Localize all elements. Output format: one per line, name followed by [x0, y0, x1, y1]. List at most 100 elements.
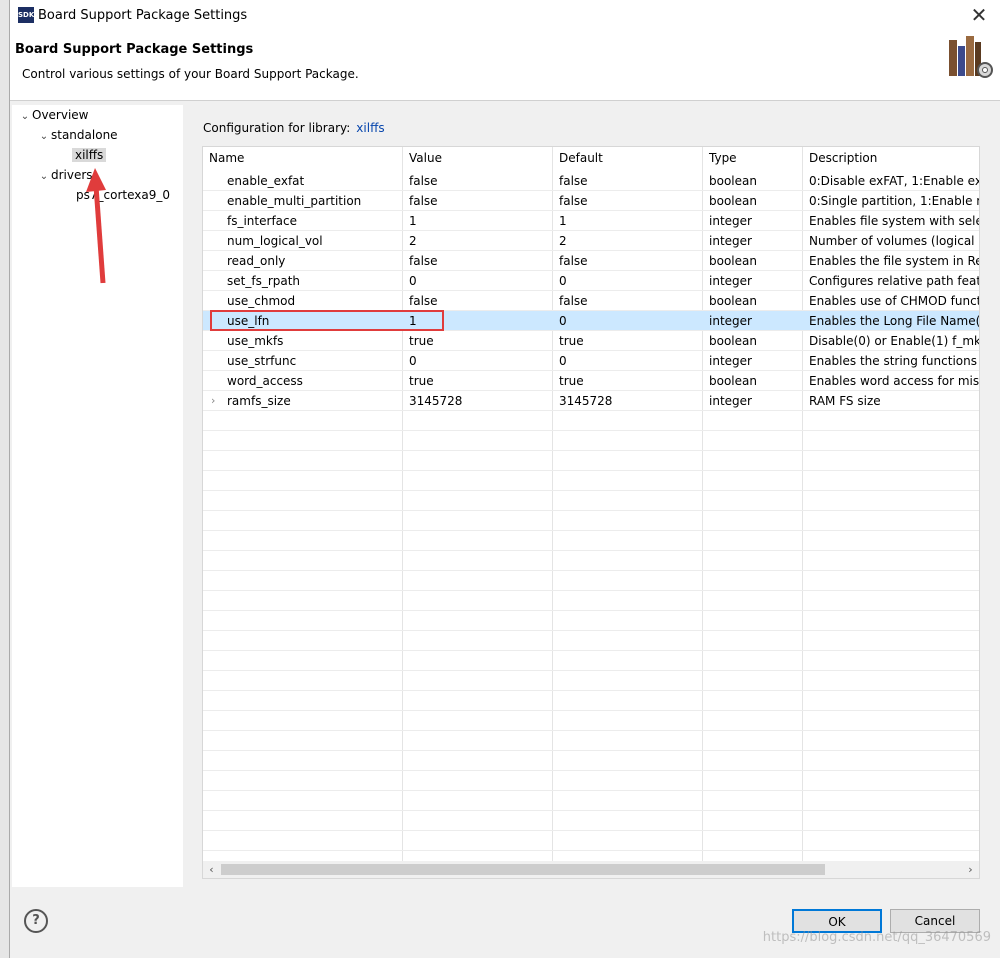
row-divider — [203, 690, 979, 691]
table-row[interactable]: › ramfs_size 3145728 3145728 integer RAM FS s… — [203, 391, 979, 411]
table-row[interactable]: read_only false false boolean Enables the fi… — [203, 251, 979, 271]
cell-value[interactable]: true — [403, 331, 553, 351]
cell-name: enable_multi_partition — [227, 194, 362, 208]
cell-type: integer — [709, 394, 752, 408]
watermark: https://blog.csdn.net/qq_36470569 — [762, 930, 991, 945]
row-divider — [203, 850, 979, 851]
books-gear-icon — [949, 36, 993, 78]
row-divider — [203, 630, 979, 631]
table-row[interactable]: enable_multi_partition false false boolean 0… — [203, 191, 979, 211]
cell-default: false — [559, 174, 588, 188]
column-header-default[interactable]: Default — [553, 147, 703, 169]
horizontal-scrollbar[interactable]: ‹ › — [202, 861, 980, 879]
cell-name: use_strfunc — [227, 354, 297, 368]
help-icon[interactable]: ? — [24, 909, 48, 933]
cell-default: 0 — [559, 314, 567, 328]
cell-type: boolean — [709, 334, 757, 348]
cell-value[interactable]: false — [403, 291, 553, 311]
window-title: Board Support Package Settings — [38, 8, 248, 23]
tree-item-drivers[interactable]: ⌄ drivers — [37, 165, 93, 185]
cell-description: Enables the Long File Name(L — [809, 314, 979, 328]
row-divider — [203, 770, 979, 771]
cell-name: num_logical_vol — [227, 234, 323, 248]
scroll-left-icon[interactable]: ‹ — [203, 861, 220, 878]
cell-description: RAM FS size — [809, 394, 881, 408]
cell-description: Enables use of CHMOD funct — [809, 294, 979, 308]
column-header-description[interactable]: Description — [803, 147, 979, 169]
cell-value[interactable]: false — [403, 171, 553, 191]
row-divider — [203, 510, 979, 511]
cell-type: integer — [709, 314, 752, 328]
table-row[interactable]: num_logical_vol 2 2 integer Number of volume… — [203, 231, 979, 251]
row-divider — [203, 230, 979, 231]
cell-description: 0:Disable exFAT, 1:Enable exF — [809, 174, 979, 188]
cell-type: integer — [709, 354, 752, 368]
table-row[interactable]: use_strfunc 0 0 integer Enables the string f… — [203, 351, 979, 371]
row-divider — [203, 370, 979, 371]
row-divider — [203, 450, 979, 451]
cell-value[interactable]: true — [403, 371, 553, 391]
row-divider — [203, 350, 979, 351]
row-divider — [203, 710, 979, 711]
column-header-type[interactable]: Type — [703, 147, 803, 169]
table-row[interactable]: fs_interface 1 1 integer Enables file system… — [203, 211, 979, 231]
chevron-down-icon[interactable]: ⌄ — [37, 167, 51, 187]
close-icon[interactable]: ✕ — [967, 4, 991, 28]
row-divider — [203, 830, 979, 831]
tree-item-cortex[interactable]: ps7_cortexa9_0 — [76, 185, 170, 205]
row-divider — [203, 210, 979, 211]
cell-value[interactable]: 0 — [403, 351, 553, 371]
row-divider — [203, 410, 979, 411]
cell-default: false — [559, 254, 588, 268]
table-row[interactable]: enable_exfat false false boolean 0:Disable e… — [203, 171, 979, 191]
tree-item-overview[interactable]: ⌄ Overview — [18, 105, 89, 125]
row-divider — [203, 610, 979, 611]
chevron-down-icon[interactable]: ⌄ — [18, 107, 32, 127]
cell-value[interactable]: false — [403, 251, 553, 271]
row-divider — [203, 250, 979, 251]
table-row[interactable]: use_mkfs true true boolean Disable(0) or Ena… — [203, 331, 979, 351]
cell-name: set_fs_rpath — [227, 274, 301, 288]
cell-default: true — [559, 334, 584, 348]
row-divider — [203, 750, 979, 751]
row-divider — [203, 650, 979, 651]
row-divider — [203, 190, 979, 191]
column-header-name[interactable]: Name — [203, 147, 403, 169]
header-title: Board Support Package Settings — [15, 42, 254, 57]
scroll-right-icon[interactable]: › — [962, 861, 979, 878]
cell-type: integer — [709, 234, 752, 248]
cell-value[interactable]: 0 — [403, 271, 553, 291]
cell-type: integer — [709, 214, 752, 228]
cell-description: 0:Single partition, 1:Enable m — [809, 194, 979, 208]
row-divider — [203, 790, 979, 791]
cell-type: boolean — [709, 254, 757, 268]
cell-default: 0 — [559, 274, 567, 288]
tree-item-xilffs[interactable]: xilffs — [72, 145, 107, 165]
settings-table: Name Value Default Type Description enab… — [202, 146, 980, 864]
cell-description: Configures relative path featu — [809, 274, 979, 288]
table-row[interactable]: use_chmod false false boolean Enables use of… — [203, 291, 979, 311]
cell-value[interactable]: false — [403, 191, 553, 211]
cell-description: Disable(0) or Enable(1) f_mkfs — [809, 334, 979, 348]
row-divider — [203, 670, 979, 671]
table-row[interactable]: set_fs_rpath 0 0 integer Configures relative… — [203, 271, 979, 291]
cell-value[interactable]: 2 — [403, 231, 553, 251]
cell-description: Enables the file system in Rea — [809, 254, 979, 268]
chevron-down-icon[interactable]: ⌄ — [37, 127, 51, 147]
table-row[interactable]: word_access true true boolean Enables word a… — [203, 371, 979, 391]
scrollbar-thumb[interactable] — [221, 864, 825, 875]
cell-value[interactable]: 1 — [403, 211, 553, 231]
header-description: Control various settings of your Board S… — [22, 67, 359, 81]
cell-default: false — [559, 194, 588, 208]
cell-name: use_mkfs — [227, 334, 284, 348]
library-link[interactable]: xilffs — [356, 121, 384, 135]
cell-type: boolean — [709, 374, 757, 388]
column-header-value[interactable]: Value — [403, 147, 553, 169]
cell-type: boolean — [709, 294, 757, 308]
row-divider — [203, 490, 979, 491]
cell-name: ramfs_size — [227, 394, 291, 408]
tree-item-standalone[interactable]: ⌄ standalone — [37, 125, 118, 145]
cell-default: false — [559, 294, 588, 308]
cell-type: boolean — [709, 194, 757, 208]
cell-value[interactable]: 3145728 — [403, 391, 553, 411]
